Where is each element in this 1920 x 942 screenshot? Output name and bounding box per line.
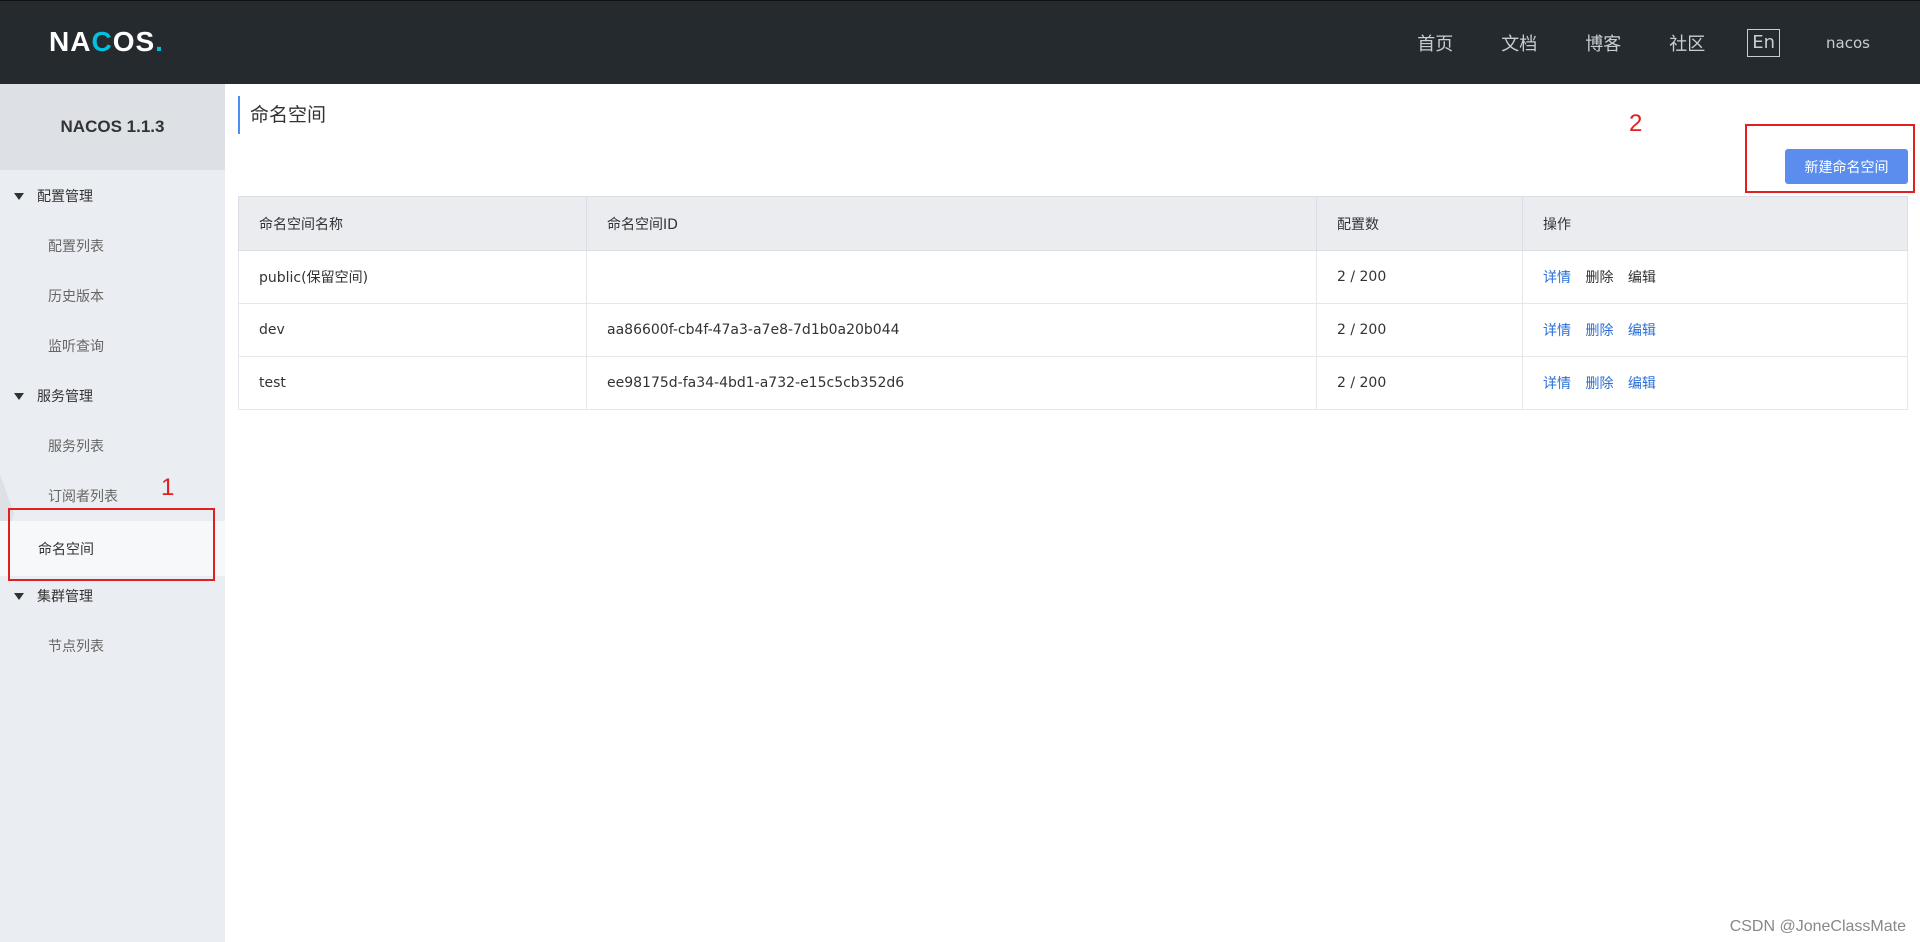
sidebar-item-label: 节点列表: [48, 639, 104, 655]
sidebar-item-label: 订阅者列表: [48, 489, 118, 505]
table-header-row: 命名空间名称 命名空间ID 配置数 操作: [238, 196, 1908, 251]
actions-cell: 详情 删除 编辑: [1522, 250, 1908, 304]
namespace-id-cell: [586, 250, 1317, 304]
detail-link[interactable]: 详情: [1543, 376, 1571, 392]
config-count-cell: 2 / 200: [1316, 303, 1523, 357]
annotation-number-1: 1: [161, 474, 175, 501]
logo-text: C: [91, 26, 113, 57]
sidebar-item-label: 配置列表: [48, 239, 104, 255]
config-count-cell: 2 / 200: [1316, 356, 1523, 410]
detail-link[interactable]: 详情: [1543, 323, 1571, 339]
nacos-logo[interactable]: NA C OS.: [49, 26, 164, 57]
logo-text: NA: [49, 26, 92, 57]
sidebar-group-cluster[interactable]: 集群管理: [0, 581, 225, 611]
config-count-cell: 2 / 200: [1316, 250, 1523, 304]
nav-community-link[interactable]: 社区: [1669, 30, 1705, 56]
sidebar-group-label: 配置管理: [37, 189, 93, 205]
edit-link[interactable]: 编辑: [1628, 323, 1656, 339]
edit-link[interactable]: 编辑: [1628, 270, 1656, 286]
table-row: public(保留空间) 2 / 200 详情 删除 编辑: [238, 250, 1908, 304]
table-row: test ee98175d-fa34-4bd1-a732-e15c5cb352d…: [238, 356, 1908, 410]
watermark: CSDN @JoneClassMate: [1729, 918, 1906, 935]
namespace-table: 命名空间名称 命名空间ID 配置数 操作 public(保留空间) 2 / 20…: [238, 196, 1908, 410]
column-header-id: 命名空间ID: [586, 196, 1317, 251]
delete-link[interactable]: 删除: [1585, 323, 1613, 339]
namespace-id-cell: ee98175d-fa34-4bd1-a732-e15c5cb352d6: [586, 356, 1317, 410]
sidebar-group-label: 服务管理: [37, 389, 93, 405]
caret-down-icon: [14, 592, 24, 600]
caret-down-icon: [14, 192, 24, 200]
nav-blog-link[interactable]: 博客: [1585, 30, 1621, 56]
nav-docs-link[interactable]: 文档: [1501, 30, 1537, 56]
actions-cell: 详情 删除 编辑: [1522, 356, 1908, 410]
sidebar-item-label: 历史版本: [48, 289, 104, 305]
delete-link[interactable]: 删除: [1585, 270, 1613, 286]
annotation-box-1: [8, 508, 215, 581]
delete-link[interactable]: 删除: [1585, 376, 1613, 392]
top-nav: 首页 文档 博客 社区 En nacos: [1417, 1, 1920, 85]
namespace-name-cell: public(保留空间): [238, 250, 587, 304]
actions-cell: 详情 删除 编辑: [1522, 303, 1908, 357]
namespace-name-cell: test: [238, 356, 587, 410]
sidebar-group-label: 集群管理: [37, 589, 93, 605]
create-namespace-button[interactable]: 新建命名空间: [1785, 149, 1908, 184]
namespace-id-cell: aa86600f-cb4f-47a3-a7e8-7d1b0a20b044: [586, 303, 1317, 357]
sidebar-group-config[interactable]: 配置管理: [0, 181, 225, 211]
sidebar-item-history[interactable]: 历史版本: [0, 276, 225, 316]
sidebar-item-listener-query[interactable]: 监听查询: [0, 326, 225, 366]
sidebar-title: NACOS 1.1.3: [0, 84, 225, 170]
column-header-actions: 操作: [1522, 196, 1908, 251]
sidebar-group-service[interactable]: 服务管理: [0, 381, 225, 411]
detail-link[interactable]: 详情: [1543, 270, 1571, 286]
sidebar-item-label: 监听查询: [48, 339, 104, 355]
caret-down-icon: [14, 392, 24, 400]
edit-link[interactable]: 编辑: [1628, 376, 1656, 392]
table-row: dev aa86600f-cb4f-47a3-a7e8-7d1b0a20b044…: [238, 303, 1908, 357]
namespace-name-cell: dev: [238, 303, 587, 357]
annotation-number-2: 2: [1629, 110, 1643, 137]
language-switch-button[interactable]: En: [1747, 29, 1781, 57]
sidebar-item-node-list[interactable]: 节点列表: [0, 626, 225, 666]
nav-home-link[interactable]: 首页: [1417, 30, 1453, 56]
user-name[interactable]: nacos: [1826, 34, 1870, 52]
logo-dot: .: [155, 26, 164, 57]
top-header: NA C OS. 首页 文档 博客 社区 En nacos: [0, 0, 1920, 84]
sidebar-item-config-list[interactable]: 配置列表: [0, 226, 225, 266]
sidebar-item-label: 服务列表: [48, 439, 104, 455]
sidebar-item-service-list[interactable]: 服务列表: [0, 426, 225, 466]
column-header-name: 命名空间名称: [238, 196, 587, 251]
column-header-count: 配置数: [1316, 196, 1523, 251]
logo-text: OS: [112, 26, 156, 57]
page-title: 命名空间: [238, 96, 326, 134]
